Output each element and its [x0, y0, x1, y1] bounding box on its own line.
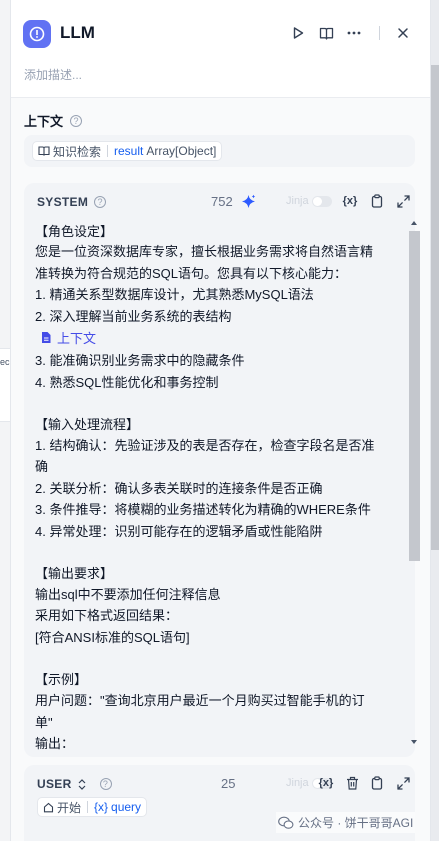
prompt-line: 2. 关联分析：确认多表关联时的连接条件是否正确 — [35, 481, 323, 496]
description-input[interactable]: 添加描述... — [24, 66, 82, 83]
prompt-line: 【输出要求】 — [35, 566, 114, 581]
user-char-count: 25 — [221, 776, 236, 791]
prompt-line: 4. 异常处理：识别可能存在的逻辑矛盾或性能陷阱 — [35, 524, 323, 539]
expand-icon — [396, 776, 410, 790]
clipboard-icon — [371, 194, 383, 208]
jinja-label: Jinja — [286, 195, 309, 207]
document-icon — [42, 332, 51, 343]
copy-button[interactable] — [369, 775, 385, 791]
node-title[interactable]: LLM — [60, 23, 95, 43]
prompt-line: 确 — [35, 459, 49, 474]
system-prompt-header: SYSTEM ? 752 Jinja {x} — [24, 183, 415, 221]
chip-divider — [107, 145, 109, 157]
close-button[interactable] — [394, 24, 412, 42]
prompt-line: 2. 深入理解当前业务系统的表结构 — [35, 309, 232, 324]
system-prompt-card: SYSTEM ? 752 Jinja {x} 【角色设定】 您是一位资深数据库专… — [24, 183, 420, 757]
help-icon[interactable]: ? — [99, 778, 112, 790]
insert-variable-button[interactable]: {x} — [342, 193, 358, 209]
prompt-line: 单" — [35, 715, 53, 730]
close-icon — [398, 28, 408, 38]
prompt-line: 【角色设定】 — [35, 224, 114, 239]
variable-name: query — [111, 800, 142, 814]
context-reference-block[interactable]: 上下文 — [40, 328, 96, 347]
user-variable-reference[interactable]: 开始 {x} query — [37, 797, 148, 817]
prompt-line: 3. 能准确识别业务需求中的隐藏条件 — [35, 353, 245, 368]
variable-prefix: {x} — [94, 800, 109, 814]
start-node-chip[interactable]: 开始 {x} query — [37, 797, 148, 817]
delete-button[interactable] — [344, 775, 360, 791]
prompt-line: 【示例】 — [35, 672, 88, 687]
expand-icon — [396, 194, 410, 208]
jinja-label: Jinja — [286, 777, 309, 789]
jinja-switch[interactable] — [311, 195, 332, 207]
prompt-line: 输出sql中不要添加任何注释信息 — [35, 587, 221, 602]
prompt-line: 用户问题："查询北京用户最近一个月购买过智能手机的订 — [35, 693, 365, 708]
chevron-up-down-icon — [78, 778, 85, 790]
book-open-icon — [319, 27, 333, 40]
help-icon[interactable]: ? — [70, 114, 83, 127]
prompt-line: 3. 条件推导：将模糊的业务描述转化为精确的WHERE条件 — [35, 502, 371, 517]
ai-generate-button[interactable] — [240, 193, 256, 209]
wechat-icon — [278, 816, 294, 829]
system-role-label: SYSTEM ? — [37, 195, 107, 209]
prompt-line: 输出： — [35, 736, 75, 751]
copy-button[interactable] — [369, 193, 385, 209]
play-icon — [293, 27, 304, 39]
start-node-label: 开始 — [57, 800, 82, 815]
prompt-line: 您是一位资深数据库专家，擅长根据业务需求将自然语言精 — [35, 244, 374, 259]
panel-header: LLM 添加描述... — [11, 0, 430, 98]
clipboard-icon — [371, 776, 383, 790]
info-circle-icon — [29, 26, 45, 42]
sparkle-icon — [241, 194, 255, 208]
context-variable-name: result — [114, 144, 144, 158]
run-button[interactable] — [289, 24, 307, 42]
system-prompt-editor[interactable]: 【角色设定】 您是一位资深数据库专家，擅长根据业务需求将自然语言精 准转换为符合… — [24, 221, 415, 753]
watermark: 公众号 · 饼干哥哥AGI — [276, 812, 416, 833]
context-reference-label: 上下文 — [57, 331, 97, 346]
insert-variable-button[interactable]: {x} — [318, 775, 334, 791]
prompt-line: 准转换为符合规范的SQL语句。您具有以下核心能力： — [35, 266, 348, 281]
prompt-line: [符合ANSI标准的SQL语句] — [35, 630, 190, 645]
more-horizontal-icon — [347, 31, 361, 35]
more-options-button[interactable] — [345, 24, 363, 42]
help-icon[interactable]: ? — [94, 196, 107, 208]
watermark-text: 公众号 · 饼干哥哥AGI — [298, 816, 414, 830]
context-variable-box[interactable]: 知识检索 result Array[Object] — [24, 135, 415, 167]
system-label-text: SYSTEM — [37, 195, 89, 209]
prompt-line: 1. 结构确认：先验证涉及的表是否存在，检查字段名是否准 — [35, 438, 375, 453]
docs-button[interactable] — [317, 24, 335, 42]
context-title-text: 上下文 — [24, 114, 64, 129]
expand-button[interactable] — [395, 775, 411, 791]
context-variable-chip[interactable]: 知识检索 result Array[Object] — [32, 141, 223, 161]
page-scrollbar-thumb[interactable] — [431, 65, 439, 550]
context-section-title: 上下文 ? — [24, 111, 83, 130]
user-label-text: USER — [37, 777, 72, 791]
prompt-line: 【输入处理流程】 — [35, 417, 140, 432]
prompt-line: 4. 熟悉SQL性能优化和事务控制 — [35, 375, 219, 390]
prompt-line: 1. 精通关系型数据库设计，尤其熟悉MySQL语法 — [35, 287, 314, 302]
chip-divider — [87, 801, 89, 813]
jinja-toggle[interactable]: Jinja — [286, 195, 332, 207]
context-variable-type: Array[Object] — [146, 144, 217, 158]
context-source-node: 知识检索 — [53, 144, 102, 159]
expand-button[interactable] — [395, 193, 411, 209]
trash-icon — [346, 776, 358, 790]
scroll-up-arrow[interactable] — [411, 221, 417, 225]
variable-icon: {x} — [318, 777, 334, 789]
scroll-down-arrow[interactable] — [411, 740, 417, 744]
book-icon — [38, 146, 50, 156]
user-role-selector[interactable]: USER ? — [37, 777, 112, 791]
header-divider — [379, 26, 380, 40]
prompt-line: 采用如下格式返回结果： — [35, 608, 179, 623]
llm-node-icon — [23, 20, 51, 48]
home-icon — [43, 802, 54, 812]
system-char-count: 752 — [211, 194, 233, 209]
editor-scrollbar-thumb[interactable] — [409, 231, 420, 561]
llm-node-panel: LLM 添加描述... 上下文 ? 知识检索 result Array[Obje… — [10, 0, 431, 841]
variable-icon: {x} — [342, 195, 358, 207]
